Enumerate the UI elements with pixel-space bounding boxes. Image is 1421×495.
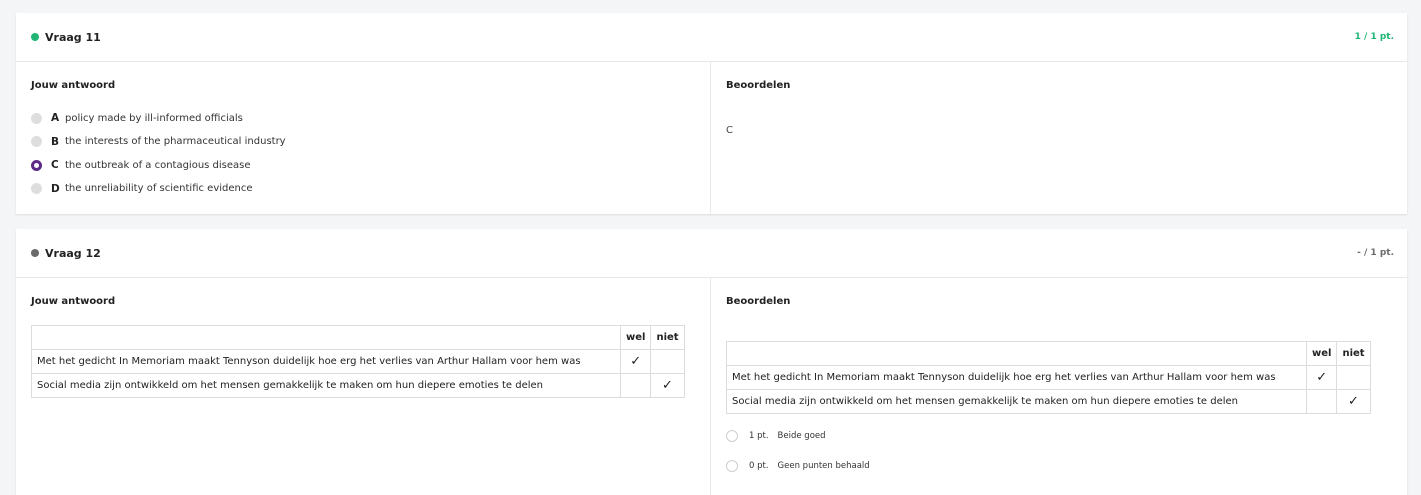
question-score: 1 / 1 pt.	[1354, 32, 1394, 42]
radio-icon[interactable]	[31, 136, 42, 147]
niet-check-icon: ✓	[1336, 389, 1371, 414]
statement-cell: Social media zijn ontwikkeld om het mens…	[726, 389, 1307, 414]
your-answer-panel: Jouw antwoord A policy made by ill-infor…	[16, 62, 711, 214]
your-answer-heading: Jouw antwoord	[31, 296, 116, 307]
table-row: Met het gedicht In Memoriam maakt Tennys…	[726, 365, 1371, 390]
table-header-niet: niet	[1336, 341, 1371, 366]
niet-check-cell	[650, 349, 685, 374]
table-row: Met het gedicht In Memoriam maakt Tennys…	[31, 349, 685, 374]
table-row: Social media zijn ontwikkeld om het mens…	[726, 389, 1371, 414]
table-header-wel: wel	[619, 325, 652, 350]
grade-panel: Beoordelen C	[711, 62, 1407, 214]
statement-cell: Met het gedicht In Memoriam maakt Tennys…	[31, 349, 621, 374]
answer-option-c[interactable]: C the outbreak of a contagious disease	[31, 156, 695, 174]
score-options: 1 pt. Beide goed 0 pt. Geen punten behaa…	[726, 428, 1392, 474]
radio-icon[interactable]	[31, 183, 42, 194]
wel-check-icon: ✓	[619, 349, 652, 374]
option-text: the outbreak of a contagious disease	[65, 159, 251, 171]
question-header: Vraag 11 1 / 1 pt.	[16, 13, 1407, 62]
score-points: 0 pt.	[749, 461, 769, 471]
question-title: Vraag 12	[45, 246, 101, 260]
question-title: Vraag 11	[45, 30, 101, 44]
table-header-empty	[31, 325, 621, 350]
your-answer-panel: Jouw antwoord wel niet Met het gedicht I…	[16, 278, 711, 495]
answer-table: wel niet Met het gedicht In Memoriam maa…	[31, 325, 685, 398]
answer-option-d[interactable]: D the unreliability of scientific eviden…	[31, 180, 695, 198]
table-row: Social media zijn ontwikkeld om het mens…	[31, 373, 685, 398]
wel-check-cell	[1305, 389, 1338, 414]
table-header-empty	[726, 341, 1307, 366]
table-header-wel: wel	[1305, 341, 1338, 366]
option-text: the unreliability of scientific evidence	[65, 183, 253, 194]
score-option-1[interactable]: 1 pt. Beide goed	[726, 428, 1392, 444]
option-text: policy made by ill-informed officials	[65, 112, 243, 124]
score-option-0[interactable]: 0 pt. Geen punten behaald	[726, 458, 1392, 474]
grade-table: wel niet Met het gedicht In Memoriam maa…	[726, 341, 1371, 414]
radio-icon[interactable]	[726, 460, 738, 472]
wel-check-cell	[619, 373, 652, 398]
score-points: 1 pt.	[749, 431, 769, 441]
status-dot-icon	[31, 33, 39, 41]
score-label: Beide goed	[777, 431, 826, 441]
status-dot-icon	[31, 249, 39, 257]
score-label: Geen punten behaald	[777, 461, 870, 471]
grade-heading: Beoordelen	[726, 296, 791, 307]
answer-option-a[interactable]: A policy made by ill-informed officials	[31, 109, 695, 127]
radio-selected-icon[interactable]	[31, 159, 42, 171]
option-letter: D	[51, 182, 60, 195]
grade-heading: Beoordelen	[726, 80, 791, 91]
statement-cell: Social media zijn ontwikkeld om het mens…	[31, 373, 621, 398]
option-letter: A	[51, 112, 60, 124]
question-card-12: Vraag 12 - / 1 pt. Jouw antwoord wel nie…	[16, 229, 1407, 495]
table-header-niet: niet	[650, 325, 685, 350]
answer-option-b[interactable]: B the interests of the pharmaceutical in…	[31, 133, 695, 151]
niet-check-cell	[1336, 365, 1371, 390]
option-letter: B	[51, 135, 60, 148]
wel-check-icon: ✓	[1305, 365, 1338, 390]
niet-check-icon: ✓	[650, 373, 685, 398]
question-card-11: Vraag 11 1 / 1 pt. Jouw antwoord A polic…	[16, 13, 1407, 214]
radio-icon[interactable]	[726, 430, 738, 442]
option-letter: C	[51, 159, 59, 171]
answer-options: A policy made by ill-informed officials …	[31, 109, 695, 198]
correct-answer: C	[726, 125, 733, 136]
grade-panel: Beoordelen wel niet Met het gedicht In M…	[711, 278, 1407, 495]
your-answer-heading: Jouw antwoord	[31, 80, 116, 91]
question-header: Vraag 12 - / 1 pt.	[16, 229, 1407, 278]
question-score: - / 1 pt.	[1357, 248, 1394, 258]
statement-cell: Met het gedicht In Memoriam maakt Tennys…	[726, 365, 1307, 390]
option-text: the interests of the pharmaceutical indu…	[65, 136, 286, 147]
radio-icon[interactable]	[31, 112, 42, 124]
